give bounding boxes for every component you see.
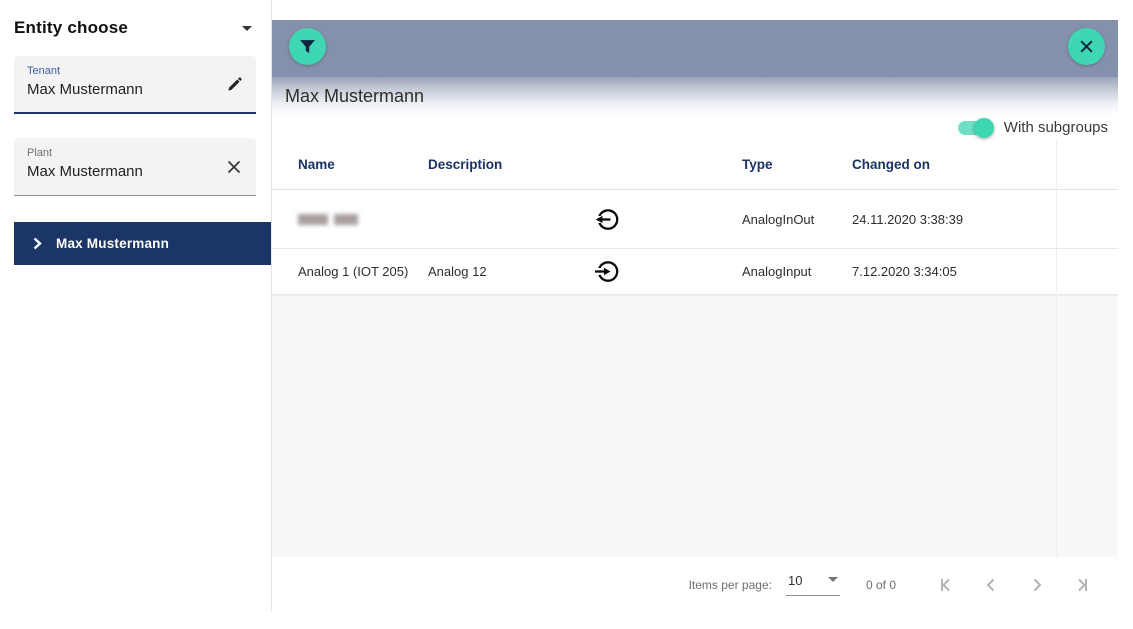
edit-tenant-button[interactable] <box>222 72 246 96</box>
tree-item-label: Max Mustermann <box>56 236 169 251</box>
last-page-icon <box>1074 576 1092 594</box>
cell-description: Analog 12 <box>428 264 593 279</box>
select-caret-icon <box>828 577 838 582</box>
chevron-right-icon[interactable] <box>33 237 42 250</box>
next-page-button[interactable] <box>1026 574 1048 596</box>
header-changed-on: Changed on <box>852 157 1118 172</box>
analog-input-icon <box>593 258 653 285</box>
cell-name: Analog 1 (IOT 205) <box>298 264 428 279</box>
page-range-label: 0 of 0 <box>866 578 896 592</box>
cell-changed-on: 24.11.2020 3:38:39 <box>852 212 1118 227</box>
filter-funnel-icon <box>299 38 316 55</box>
page-size-select[interactable]: 10 <box>786 573 840 596</box>
entity-choose-header[interactable]: Entity choose <box>14 18 252 38</box>
table-row[interactable]: AnalogInOut 24.11.2020 3:38:39 <box>272 190 1118 249</box>
empty-results-area <box>272 295 1118 557</box>
close-panel-button[interactable] <box>1068 28 1105 65</box>
tenant-value: Max Mustermann <box>27 81 216 98</box>
panel-title: Max Mustermann <box>285 86 424 107</box>
chevron-left-icon <box>982 576 1000 594</box>
close-icon <box>226 159 242 175</box>
plant-field[interactable]: Plant Max Mustermann <box>14 138 256 196</box>
chevron-right-icon <box>1028 576 1046 594</box>
entity-detail-panel: Max Mustermann With subgroups Name Descr… <box>272 20 1118 612</box>
with-subgroups-label: With subgroups <box>1004 119 1108 136</box>
filter-button[interactable] <box>289 28 326 65</box>
entity-sidebar: Entity choose Tenant Max Mustermann Plan… <box>0 0 272 629</box>
scrollbar-track-line <box>1056 140 1057 557</box>
collapse-caret-icon[interactable] <box>242 26 252 31</box>
pagination-nav <box>934 574 1094 596</box>
cell-changed-on: 7.12.2020 3:34:05 <box>852 264 1118 279</box>
previous-page-button[interactable] <box>980 574 1002 596</box>
cell-type: AnalogInput <box>742 264 852 279</box>
analog-inout-icon <box>593 206 653 233</box>
table-header-row: Name Description Type Changed on <box>272 140 1118 190</box>
plant-label: Plant <box>27 147 216 159</box>
table-row[interactable]: Analog 1 (IOT 205) Analog 12 AnalogInput… <box>272 249 1118 295</box>
pencil-icon <box>226 76 243 93</box>
tenant-field[interactable]: Tenant Max Mustermann <box>14 56 256 114</box>
last-page-button[interactable] <box>1072 574 1094 596</box>
subgroups-toggle-row: With subgroups <box>272 115 1118 140</box>
header-description: Description <box>428 157 593 172</box>
plant-value: Max Mustermann <box>27 163 216 180</box>
toggle-knob[interactable] <box>974 118 994 138</box>
cell-type: AnalogInOut <box>742 212 852 227</box>
header-type: Type <box>742 157 852 172</box>
header-name: Name <box>298 157 428 172</box>
clear-plant-button[interactable] <box>222 155 246 179</box>
first-page-icon <box>936 576 954 594</box>
tenant-label: Tenant <box>27 65 216 77</box>
paginator: Items per page: 10 0 of 0 <box>272 557 1118 612</box>
items-per-page-label: Items per page: <box>689 578 772 592</box>
redacted-name <box>298 214 428 225</box>
entity-choose-title: Entity choose <box>14 18 128 38</box>
with-subgroups-toggle[interactable] <box>957 118 994 138</box>
panel-topbar <box>272 20 1118 77</box>
sidebar-tree-item-max-mustermann[interactable]: Max Mustermann <box>14 222 272 265</box>
close-icon <box>1079 39 1094 54</box>
panel-title-strip: Max Mustermann <box>272 77 1118 115</box>
page-size-value: 10 <box>788 573 802 588</box>
first-page-button[interactable] <box>934 574 956 596</box>
